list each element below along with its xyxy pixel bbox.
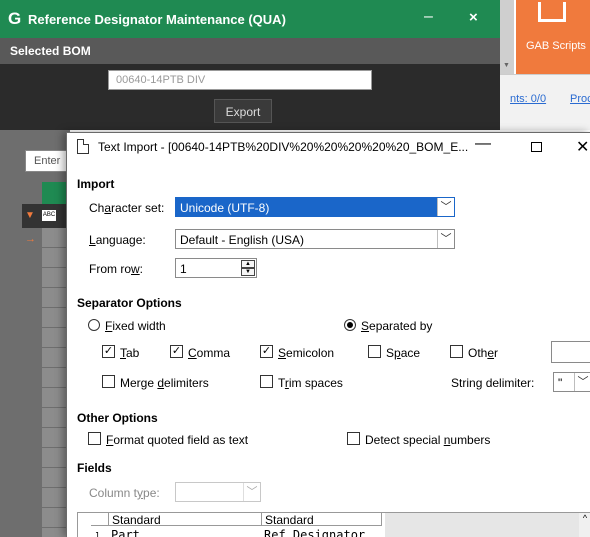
- preview-scrollbar[interactable]: ^: [579, 513, 590, 537]
- app-close-button[interactable]: ×: [469, 9, 478, 26]
- row-number: 1: [95, 531, 100, 537]
- charset-label: Character set:: [89, 201, 165, 215]
- document-icon: [77, 139, 89, 154]
- column-type-label: Column type:: [89, 486, 160, 500]
- space-checkbox[interactable]: [368, 345, 381, 358]
- separator-section-title: Separator Options: [77, 296, 182, 310]
- dialog-title: Text Import - [00640-14PTB%20DIV%20%20%2…: [98, 140, 469, 154]
- tab-checkbox[interactable]: ✓: [102, 345, 115, 358]
- proc-link[interactable]: Proc: [570, 93, 590, 105]
- trim-spaces-checkbox[interactable]: [260, 375, 273, 388]
- format-quoted-label[interactable]: Format quoted field as text: [106, 433, 248, 447]
- export-button[interactable]: Export: [214, 99, 272, 123]
- fromrow-stepper[interactable]: 1 ▲ ▼: [175, 258, 257, 278]
- comma-label[interactable]: Comma: [188, 346, 230, 360]
- other-separator-input[interactable]: [551, 341, 590, 363]
- preview-cell: Ref Designator: [264, 528, 366, 537]
- preview-cell: Part: [111, 528, 140, 537]
- preview-column-header[interactable]: Standard: [109, 513, 262, 527]
- app-title-bar: G Reference Designator Maintenance (QUA)…: [0, 0, 500, 38]
- comma-checkbox[interactable]: ✓: [170, 345, 183, 358]
- abc-filter-icon[interactable]: ABC: [42, 210, 56, 221]
- detect-special-label[interactable]: Detect special numbers: [365, 433, 490, 447]
- app-minimize-button[interactable]: –: [424, 8, 433, 26]
- language-label: Language:: [89, 233, 146, 247]
- fromrow-label: From row:: [89, 262, 144, 276]
- selected-bom-header: Selected BOM: [0, 38, 500, 64]
- dialog-minimize-button[interactable]: —: [475, 135, 491, 153]
- merge-delimiters-label[interactable]: Merge delimiters: [120, 376, 209, 390]
- column-type-select[interactable]: ﹀: [175, 482, 261, 502]
- preview-column-header[interactable]: Standard: [262, 513, 382, 527]
- app-title: Reference Designator Maintenance (QUA): [28, 12, 286, 27]
- semicolon-label[interactable]: Semicolon: [278, 346, 334, 360]
- download-icon: [538, 2, 566, 22]
- semicolon-checkbox[interactable]: ✓: [260, 345, 273, 358]
- dialog-maximize-button[interactable]: [531, 142, 542, 152]
- string-delimiter-select[interactable]: " ﹀: [553, 372, 590, 392]
- filter-icon[interactable]: ▼: [25, 210, 35, 221]
- gab-scripts-button[interactable]: GAB Scripts: [516, 0, 590, 74]
- other-checkbox[interactable]: [450, 345, 463, 358]
- import-section-title: Import: [77, 177, 115, 191]
- tab-label[interactable]: Tab: [120, 346, 139, 360]
- string-delimiter-value: ": [558, 376, 563, 390]
- fixed-width-label[interactable]: Fixed width: [105, 319, 166, 333]
- string-delimiter-label: String delimiter:: [451, 376, 535, 390]
- selected-bom-label: Selected BOM: [10, 44, 91, 58]
- preview-corner: [91, 513, 109, 526]
- dialog-close-button[interactable]: ✕: [576, 137, 589, 157]
- other-options-section-title: Other Options: [77, 411, 158, 425]
- row-arrow-icon: →: [25, 233, 36, 245]
- preview-empty-area: [385, 513, 579, 537]
- chevron-down-icon[interactable]: ﹀: [437, 198, 454, 216]
- language-value: Default - English (USA): [180, 233, 305, 247]
- separated-by-label[interactable]: Separated by: [361, 319, 432, 333]
- separated-by-radio[interactable]: [344, 319, 356, 331]
- spin-up-icon[interactable]: ▲: [241, 260, 255, 268]
- spin-down-icon[interactable]: ▼: [241, 268, 255, 276]
- space-label[interactable]: Space: [386, 346, 420, 360]
- bom-field[interactable]: 00640-14PTB DIV: [108, 70, 372, 90]
- format-quoted-checkbox[interactable]: [88, 432, 101, 445]
- scroll-down-icon[interactable]: ▼: [503, 62, 510, 69]
- charset-select[interactable]: Unicode (UTF-8) ﹀: [175, 197, 455, 217]
- language-select[interactable]: Default - English (USA) ﹀: [175, 229, 455, 249]
- enter-input[interactable]: Enter: [25, 150, 70, 172]
- chevron-down-icon[interactable]: ﹀: [243, 483, 260, 501]
- fromrow-value: 1: [180, 262, 187, 276]
- fixed-width-radio[interactable]: [88, 319, 100, 331]
- gab-scripts-label: GAB Scripts: [526, 40, 586, 52]
- detect-special-checkbox[interactable]: [347, 432, 360, 445]
- merge-delimiters-checkbox[interactable]: [102, 375, 115, 388]
- scroll-up-icon[interactable]: ^: [583, 513, 587, 523]
- fields-section-title: Fields: [77, 461, 112, 475]
- chevron-down-icon[interactable]: ﹀: [574, 373, 590, 391]
- comments-link[interactable]: nts: 0/0: [510, 93, 546, 105]
- charset-value: Unicode (UTF-8): [180, 201, 270, 215]
- app-logo-icon: G: [8, 9, 22, 28]
- trim-spaces-label[interactable]: Trim spaces: [278, 376, 343, 390]
- text-import-dialog: Text Import - [00640-14PTB%20DIV%20%20%2…: [66, 132, 590, 537]
- other-label[interactable]: Other: [468, 346, 498, 360]
- chevron-down-icon[interactable]: ﹀: [437, 230, 454, 248]
